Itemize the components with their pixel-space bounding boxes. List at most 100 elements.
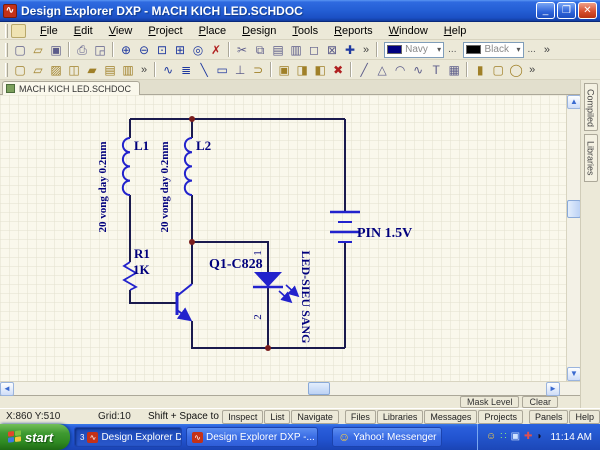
- r1-value[interactable]: 1K: [133, 262, 151, 277]
- projects-button[interactable]: Projects: [478, 410, 523, 424]
- graphic-tool-icon[interactable]: ▦: [445, 62, 463, 78]
- open-icon[interactable]: ▱: [29, 42, 47, 58]
- schematic-editor-canvas[interactable]: L1 20 vong day 0.2mm L2 20 vong day 0.2m…: [0, 95, 580, 381]
- scroll-up-button[interactable]: ▲: [567, 95, 580, 109]
- menu-reports[interactable]: Reports: [326, 23, 381, 39]
- sheet-entry-tool-icon[interactable]: ◨: [293, 62, 311, 78]
- messages-button[interactable]: Messages: [424, 410, 477, 424]
- wire-tool-icon[interactable]: ∿: [159, 62, 177, 78]
- start-button[interactable]: start: [0, 424, 70, 450]
- l1-designator[interactable]: L1: [134, 138, 149, 153]
- menu-place[interactable]: Place: [191, 23, 235, 39]
- clear-button[interactable]: Clear: [522, 396, 558, 408]
- bus-entry-tool-icon[interactable]: ╲: [195, 62, 213, 78]
- round-rect-tool-icon[interactable]: ▢: [489, 62, 507, 78]
- toolbar-overflow-chevron[interactable]: »: [540, 44, 554, 56]
- toolbar-overflow-chevron[interactable]: »: [359, 44, 373, 56]
- panels-button[interactable]: Panels: [529, 410, 569, 424]
- paste-array-icon[interactable]: ▥: [287, 42, 305, 58]
- save-icon[interactable]: ▣: [47, 42, 65, 58]
- copy-icon[interactable]: ⧉: [251, 42, 269, 58]
- remove-from-project-icon[interactable]: ▥: [119, 62, 137, 78]
- new-icon[interactable]: ▢: [11, 42, 29, 58]
- print-preview-icon[interactable]: ◲: [91, 42, 109, 58]
- menu-file[interactable]: File: [32, 23, 66, 39]
- toolbar-grip[interactable]: [5, 63, 8, 77]
- text-color-dropdown[interactable]: Black ▾: [463, 42, 523, 58]
- vertical-scroll-thumb[interactable]: [567, 200, 580, 218]
- red-cross-icon[interactable]: ✚: [524, 431, 532, 443]
- menu-project[interactable]: Project: [140, 23, 190, 39]
- maximize-button[interactable]: ❐: [557, 2, 576, 19]
- toolbar-overflow-chevron[interactable]: »: [525, 64, 539, 76]
- close-button[interactable]: ✕: [578, 2, 597, 19]
- ground-tool-icon[interactable]: ⊥: [231, 62, 249, 78]
- task-design-explorer-2[interactable]: ∿ Design Explorer DXP -...: [186, 427, 318, 447]
- part-tool-icon[interactable]: ⊃: [249, 62, 267, 78]
- menu-tools[interactable]: Tools: [284, 23, 326, 39]
- scroll-right-button[interactable]: ►: [546, 382, 560, 396]
- zoom-in-icon[interactable]: ⊕: [117, 42, 135, 58]
- minimize-button[interactable]: _: [536, 2, 555, 19]
- menu-view[interactable]: View: [101, 23, 141, 39]
- bezier-tool-icon[interactable]: ∿: [409, 62, 427, 78]
- arc-tool-icon[interactable]: ◠: [391, 62, 409, 78]
- chevron-down-icon[interactable]: ▾: [437, 45, 441, 54]
- line-tool-icon[interactable]: ╱: [355, 62, 373, 78]
- bus-tool-icon[interactable]: ≣: [177, 62, 195, 78]
- cut-icon[interactable]: ✂: [233, 42, 251, 58]
- ime-icon[interactable]: ◗: [536, 431, 542, 443]
- q1-designator[interactable]: Q1-C828: [209, 257, 263, 272]
- tab-libraries[interactable]: Libraries: [584, 134, 598, 182]
- menu-window[interactable]: Window: [381, 23, 436, 39]
- clock[interactable]: 11:14 AM: [550, 432, 592, 443]
- paste-icon[interactable]: ▤: [269, 42, 287, 58]
- schematic-drawing[interactable]: L1 20 vong day 0.2mm L2 20 vong day 0.2m…: [0, 95, 580, 381]
- battery-label[interactable]: PIN 1.5V: [357, 226, 412, 241]
- compile-icon[interactable]: ▰: [83, 62, 101, 78]
- list-button[interactable]: List: [264, 410, 290, 424]
- task-design-explorer-1[interactable]: 3 ∿ Design Explorer DXP -...: [74, 427, 182, 447]
- new-document-icon[interactable]: ▢: [11, 62, 29, 78]
- toolbar-overflow-chevron[interactable]: »: [137, 64, 151, 76]
- horizontal-scroll-thumb[interactable]: [308, 382, 330, 395]
- zoom-selection-icon[interactable]: ◎: [189, 42, 207, 58]
- polygon-tool-icon[interactable]: △: [373, 62, 391, 78]
- r1-designator[interactable]: R1: [134, 246, 150, 261]
- l1-note[interactable]: 20 vong day 0.2mm: [97, 141, 109, 232]
- navy-more-button[interactable]: ...: [444, 44, 460, 55]
- wire-color-dropdown[interactable]: Navy ▾: [384, 42, 444, 58]
- menu-design[interactable]: Design: [234, 23, 284, 39]
- scroll-left-button[interactable]: ◄: [0, 382, 14, 396]
- files-button[interactable]: Files: [345, 410, 376, 424]
- tab-compiled[interactable]: Compiled: [584, 83, 598, 131]
- menu-edit[interactable]: Edit: [66, 23, 101, 39]
- rect-tool-icon[interactable]: ▮: [471, 62, 489, 78]
- vertical-scrollbar[interactable]: ▲ ▼: [566, 95, 580, 381]
- inspect-button[interactable]: Inspect: [222, 410, 263, 424]
- add-to-project-icon[interactable]: ▤: [101, 62, 119, 78]
- messenger-smiley-icon[interactable]: ☺: [486, 431, 496, 443]
- open-document-icon[interactable]: ▱: [29, 62, 47, 78]
- help-button[interactable]: Help: [569, 410, 600, 424]
- cross-probe-icon[interactable]: ✗: [207, 42, 225, 58]
- text-tool-icon[interactable]: T: [427, 62, 445, 78]
- no-erc-tool-icon[interactable]: ✖: [329, 62, 347, 78]
- toolbar-grip[interactable]: [5, 24, 8, 38]
- dxp-home-button[interactable]: [11, 24, 26, 38]
- select-area-icon[interactable]: ◻: [305, 42, 323, 58]
- l2-note[interactable]: 20 vong day 0.2mm: [159, 141, 171, 232]
- libraries-button[interactable]: Libraries: [377, 410, 424, 424]
- horizontal-scrollbar[interactable]: ◄ ►: [0, 381, 580, 395]
- menu-help[interactable]: Help: [436, 23, 475, 39]
- scroll-down-button[interactable]: ▼: [567, 367, 580, 381]
- zoom-document-icon[interactable]: ⊞: [171, 42, 189, 58]
- network-icon[interactable]: ▣: [511, 431, 520, 443]
- chevron-down-icon[interactable]: ▾: [516, 45, 520, 54]
- deselect-icon[interactable]: ⊠: [323, 42, 341, 58]
- task-yahoo-messenger[interactable]: ☺ Yahoo! Messenger: [332, 427, 442, 447]
- black-more-button[interactable]: ...: [524, 44, 540, 55]
- port-tool-icon[interactable]: ◧: [311, 62, 329, 78]
- led-label[interactable]: LED-SIEU SANG: [299, 250, 313, 343]
- open-project-icon[interactable]: ▨: [47, 62, 65, 78]
